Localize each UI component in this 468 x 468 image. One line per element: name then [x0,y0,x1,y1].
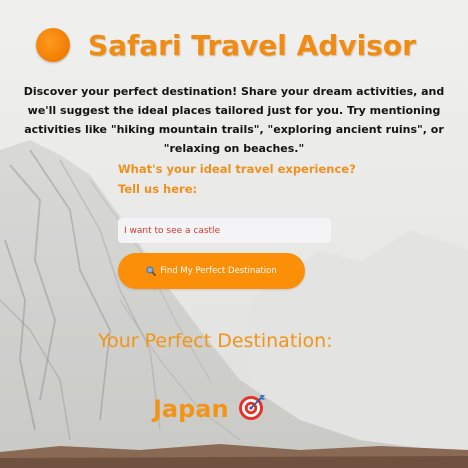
orange-circle-icon [36,28,70,62]
result-destination: Japan [153,392,267,426]
prompt-label: What's your ideal travel experience? Tel… [118,159,358,199]
prompt-label-line-1: What's your ideal travel experience? [118,162,356,176]
find-destination-button-label: Find My Perfect Destination [160,266,277,276]
experience-input[interactable] [118,218,331,243]
app-container: Safari Travel Advisor Discover your perf… [0,0,468,468]
app-title: Safari Travel Advisor [88,28,416,62]
find-destination-button[interactable]: Find My Perfect Destination [118,253,305,289]
app-header: Safari Travel Advisor [36,28,416,62]
intro-text: Discover your perfect destination! Share… [23,85,445,155]
result-heading: Your Perfect Destination: [98,330,333,352]
magnifier-icon [146,266,157,276]
target-dart-icon [237,392,267,426]
destination-name: Japan [153,395,229,423]
prompt-label-line-2: Tell us here: [118,182,198,196]
